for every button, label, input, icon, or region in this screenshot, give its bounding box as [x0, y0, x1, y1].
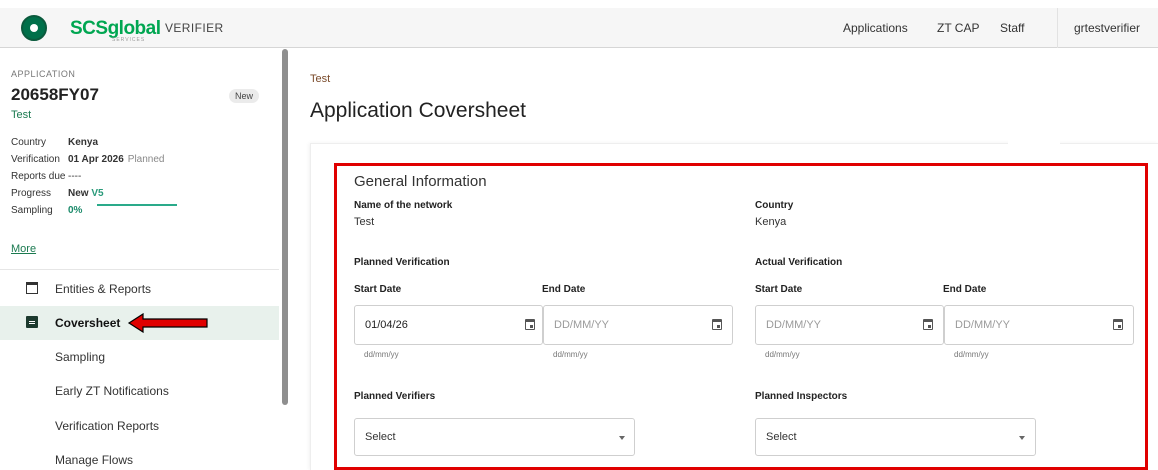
sidebar-item-entities-reports[interactable]: Entities & Reports [0, 272, 279, 306]
cropped-top-strip [0, 0, 1158, 8]
meta-progress: Progress New V5 [11, 188, 104, 199]
meta-progress-version: V5 [91, 188, 104, 199]
meta-sampling-value: 0% [68, 205, 83, 216]
meta-progress-value: New [68, 188, 89, 199]
sidebar-item-label: Verification Reports [55, 419, 160, 433]
nav-zt-cap[interactable]: ZT CAP [937, 21, 979, 35]
sidebar-item-label: Early ZT Notifications [55, 384, 169, 398]
meta-verification-label: Verification [11, 154, 60, 165]
meta-sampling: Sampling 0% [11, 205, 82, 216]
nav-staff[interactable]: Staff [1000, 21, 1024, 35]
top-header: SCSglobal SERVICES VERIFIER Applications… [0, 8, 1158, 48]
meta-verification-status: Planned [127, 154, 165, 165]
sidebar-item-verification-reports[interactable]: Verification Reports [0, 409, 279, 443]
sidebar-item-manage-flows[interactable]: Manage Flows [0, 443, 279, 470]
meta-verification-value: 01 Apr 2026 [68, 154, 124, 165]
meta-reports-value: ---- [68, 171, 82, 182]
window-icon [26, 282, 38, 294]
document-icon [26, 316, 38, 328]
application-name-link[interactable]: Test [11, 109, 31, 121]
application-id: 20658FY07 [11, 85, 99, 104]
card-tab-notch [1008, 131, 1060, 144]
brand-subtitle: SERVICES [112, 37, 146, 43]
meta-country: Country Kenya [11, 137, 98, 148]
sidebar-item-label: Manage Flows [55, 453, 134, 467]
sidebar-item-label: Sampling [55, 350, 106, 364]
sidebar-scrollbar[interactable] [282, 49, 288, 405]
sidebar: APPLICATION 20658FY07 New Test Country Ke… [0, 49, 279, 470]
meta-country-label: Country [11, 137, 47, 148]
meta-verification: Verification 01 Apr 2026 Planned [11, 154, 164, 165]
red-arrow-annotation [127, 313, 208, 333]
breadcrumb[interactable]: Test [310, 73, 330, 85]
sidebar-item-sampling[interactable]: Sampling [0, 340, 279, 374]
more-link[interactable]: More [11, 243, 36, 255]
app-role-tag: VERIFIER [165, 21, 224, 35]
red-highlight-box [334, 163, 1148, 470]
nav-applications[interactable]: Applications [843, 21, 908, 35]
sampling-progress-bar [97, 204, 177, 206]
starbucks-logo-icon[interactable] [21, 15, 47, 41]
nav-user-menu[interactable]: grtestverifier [1074, 21, 1140, 35]
status-badge: New [229, 89, 260, 103]
meta-reports-label: Reports due [11, 171, 66, 182]
meta-sampling-label: Sampling [11, 205, 53, 216]
application-label: APPLICATION [11, 69, 76, 79]
meta-reports-due: Reports due ---- [11, 171, 81, 182]
meta-progress-label: Progress [11, 188, 52, 199]
sidebar-item-label: Coversheet [55, 316, 121, 330]
sidebar-item-label: Entities & Reports [55, 282, 152, 296]
sidebar-divider [0, 269, 279, 270]
sidebar-item-early-zt-notifications[interactable]: Early ZT Notifications [0, 374, 279, 408]
header-divider [1057, 8, 1058, 48]
meta-country-value: Kenya [68, 137, 99, 148]
page-title: Application Coversheet [310, 99, 526, 122]
